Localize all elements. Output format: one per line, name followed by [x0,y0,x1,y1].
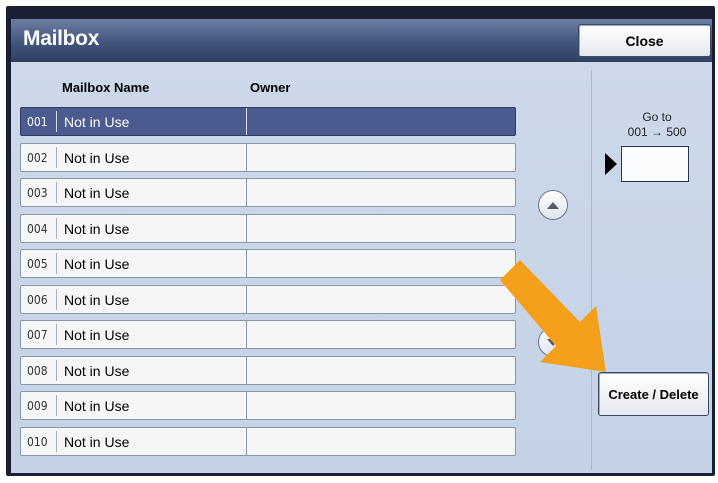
pointer-arrow-icon [500,260,606,372]
